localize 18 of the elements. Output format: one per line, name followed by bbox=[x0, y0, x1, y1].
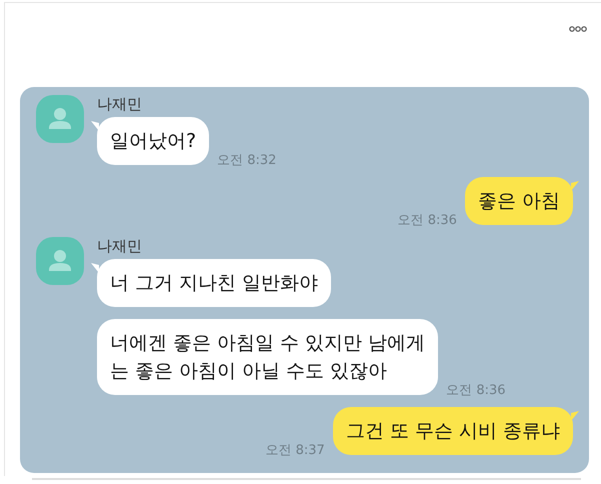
bubble-tail bbox=[571, 411, 579, 421]
bubble-tail bbox=[91, 121, 99, 131]
bubble-tail bbox=[91, 263, 99, 273]
bubble-tail bbox=[571, 181, 579, 191]
message-bubble: 그건 또 무슨 시비 종류냐 bbox=[332, 407, 573, 455]
message-bubble: 일어났어? bbox=[97, 117, 210, 165]
avatar-icon bbox=[36, 95, 84, 143]
message-time: 오전 8:36 bbox=[398, 212, 457, 229]
message-time: 오전 8:37 bbox=[266, 442, 325, 459]
sender-name: 나재민 bbox=[97, 237, 143, 255]
message-time: 오전 8:32 bbox=[217, 152, 276, 169]
more-options-icon[interactable] bbox=[569, 26, 587, 32]
message-bubble: 너에겐 좋은 아침일 수 있지만 남에게 는 좋은 아침이 아닐 수도 있잖아 bbox=[97, 319, 438, 395]
message-bubble: 너 그거 지나친 일반화야 bbox=[97, 259, 332, 307]
message-bubble: 좋은 아침 bbox=[464, 177, 573, 225]
sender-name: 나재민 bbox=[97, 95, 143, 113]
message-time: 오전 8:36 bbox=[446, 382, 506, 399]
avatar-icon bbox=[36, 237, 84, 285]
